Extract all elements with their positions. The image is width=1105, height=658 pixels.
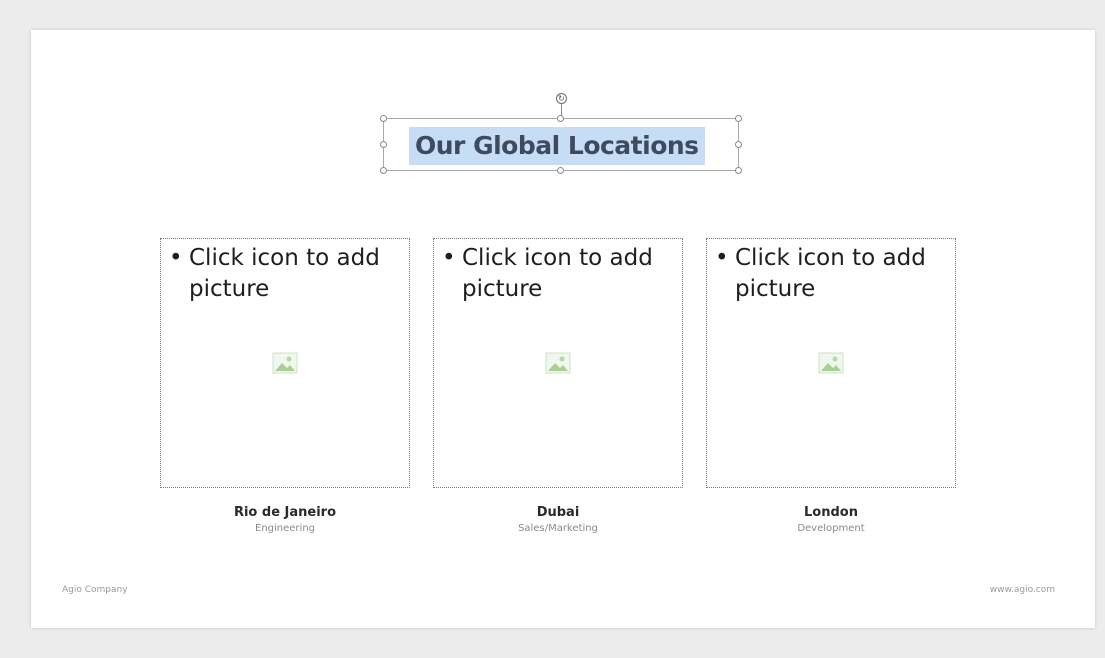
- resize-handle-top-left[interactable]: [380, 115, 387, 122]
- resize-handle-top-right[interactable]: [735, 115, 742, 122]
- department-label: Sales/Marketing: [518, 523, 598, 534]
- picture-placeholder-rio[interactable]: • Click icon to add picture: [160, 238, 410, 488]
- department-label: Development: [797, 523, 865, 534]
- footer-company: Agio Company: [62, 585, 128, 595]
- placeholder-text-line2: picture: [735, 276, 816, 302]
- placeholder-text-line1: Click icon to add: [462, 245, 653, 271]
- resize-handle-middle-left[interactable]: [380, 141, 387, 148]
- picture-icon[interactable]: [818, 352, 844, 374]
- placeholder-text-line2: picture: [189, 276, 270, 302]
- resize-handle-top-center[interactable]: [557, 115, 564, 122]
- caption-dubai: Dubai Sales/Marketing: [433, 504, 683, 536]
- city-name: Rio de Janeiro: [233, 505, 337, 520]
- picture-icon[interactable]: [272, 352, 298, 374]
- slide-title[interactable]: Our Global Locations: [409, 127, 705, 165]
- resize-handle-bottom-left[interactable]: [380, 167, 387, 174]
- slide[interactable]: ↻ Our Global Locations • Click icon to ad…: [31, 30, 1095, 628]
- bullet-icon: •: [715, 245, 729, 271]
- rotate-handle-icon[interactable]: ↻: [556, 93, 567, 104]
- picture-placeholder-dubai[interactable]: • Click icon to add picture: [433, 238, 683, 488]
- bullet-icon: •: [169, 245, 183, 271]
- presentation-canvas: ↻ Our Global Locations • Click icon to ad…: [0, 0, 1105, 658]
- picture-placeholder-london[interactable]: • Click icon to add picture: [706, 238, 956, 488]
- placeholder-prompt: • Click icon to add picture: [715, 243, 949, 305]
- bullet-icon: •: [442, 245, 456, 271]
- placeholder-prompt: • Click icon to add picture: [442, 243, 676, 305]
- footer-website: www.agio.com: [989, 585, 1055, 595]
- placeholder-text-line2: picture: [462, 276, 543, 302]
- caption-rio: Rio de Janeiro Engineering: [160, 504, 410, 536]
- city-name: Dubai: [536, 505, 580, 520]
- caption-london: London Development: [706, 504, 956, 536]
- resize-handle-middle-right[interactable]: [735, 141, 742, 148]
- resize-handle-bottom-right[interactable]: [735, 167, 742, 174]
- placeholder-text-line1: Click icon to add: [735, 245, 926, 271]
- resize-handle-bottom-center[interactable]: [557, 167, 564, 174]
- title-text-box[interactable]: ↻ Our Global Locations: [380, 93, 742, 174]
- placeholder-text-line1: Click icon to add: [189, 245, 380, 271]
- city-name: London: [804, 505, 858, 520]
- placeholder-prompt: • Click icon to add picture: [169, 243, 403, 305]
- department-label: Engineering: [255, 523, 315, 534]
- picture-icon[interactable]: [545, 352, 571, 374]
